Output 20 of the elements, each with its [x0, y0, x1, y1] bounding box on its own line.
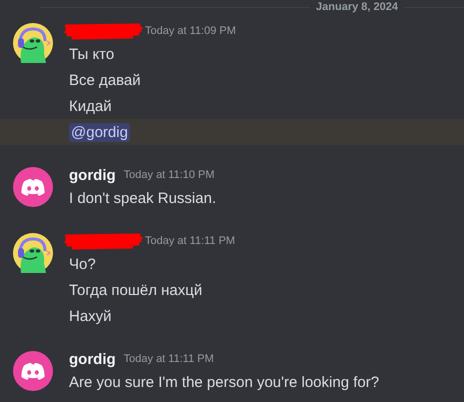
avatar-icon[interactable] — [13, 351, 53, 391]
message-text: Все давай — [69, 72, 141, 88]
author-name[interactable]: gordig — [69, 350, 116, 368]
user-mention[interactable]: @gordig — [69, 122, 130, 142]
message-text: Ты кто — [69, 46, 114, 62]
message-timestamp: Today at 11:11 PM — [124, 353, 214, 365]
avatar-icon[interactable] — [13, 167, 53, 207]
avatar-drawing[interactable] — [13, 233, 53, 273]
message-text: Кидай — [69, 98, 112, 114]
message-text: Тогда пошёл нахцй — [69, 282, 202, 298]
message-text: Нахуй — [69, 308, 112, 324]
date-divider-label: January 8, 2024 — [315, 1, 399, 13]
message-text: Are you sure I'm the person you're looking for? — [69, 374, 380, 390]
message-timestamp: Today at 11:09 PM — [145, 25, 236, 37]
message-text: I don't speak Russian. — [69, 190, 216, 206]
author-name[interactable]: gordig — [69, 166, 116, 184]
message-text: Чо? — [69, 256, 96, 272]
message-timestamp: Today at 11:11 PM — [145, 235, 236, 247]
avatar-drawing[interactable] — [13, 23, 53, 63]
message-timestamp: Today at 11:10 PM — [124, 169, 215, 181]
